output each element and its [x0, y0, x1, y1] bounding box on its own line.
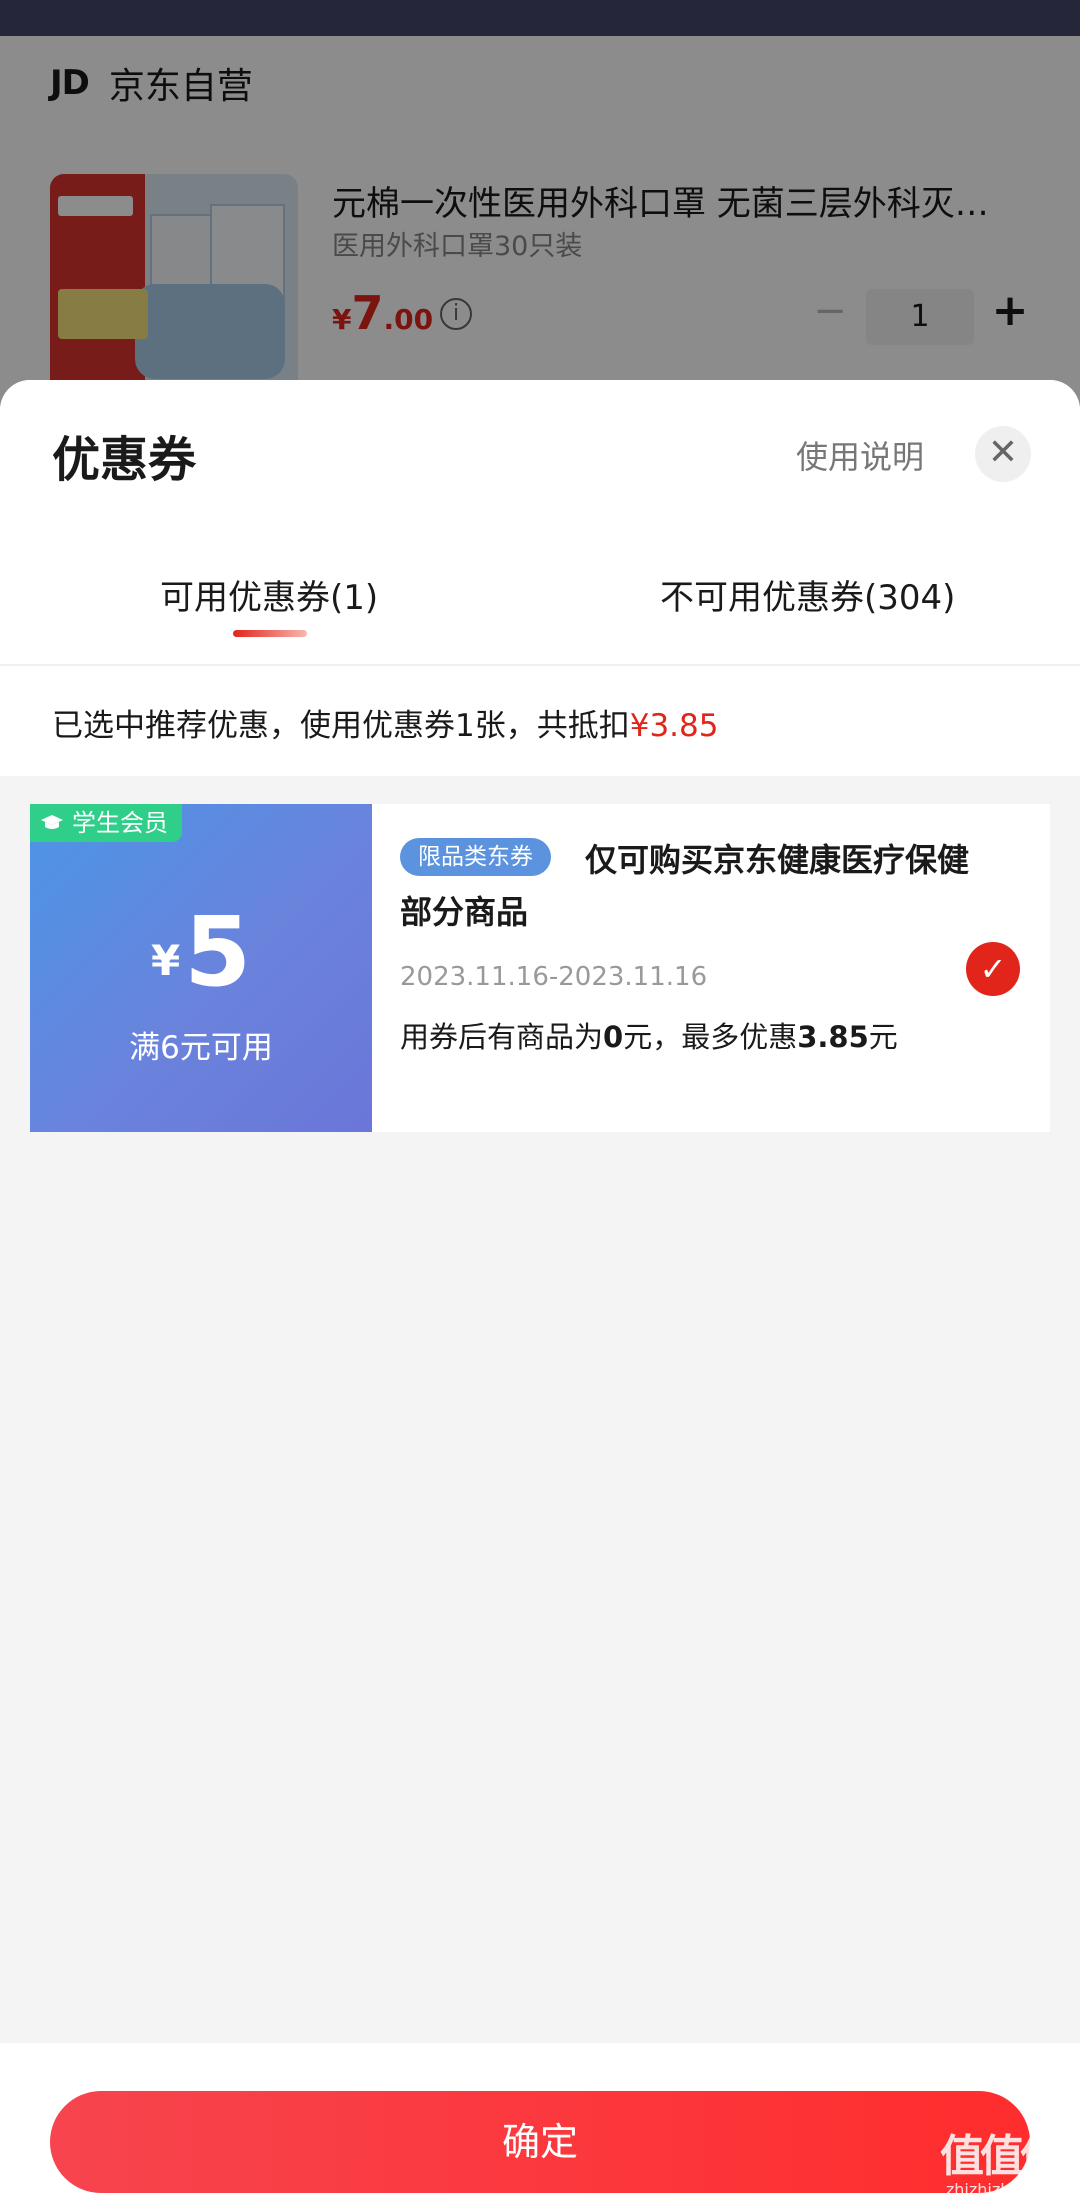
sheet-header: 优惠券 使用说明 ✕ 可用优惠券(1) 不可用优惠券(304) 已选中推荐优惠，…	[0, 380, 1080, 776]
coupon-sheet: 优惠券 使用说明 ✕ 可用优惠券(1) 不可用优惠券(304) 已选中推荐优惠，…	[0, 380, 1080, 2207]
close-button[interactable]: ✕	[975, 426, 1031, 482]
watermark-logo: 值值值 zhizhizhi.com	[940, 2131, 1064, 2199]
coupon-date-range: 2023.11.16-2023.11.16	[400, 962, 708, 992]
discount-amount: ¥3.85	[629, 708, 719, 744]
usage-instructions-link[interactable]: 使用说明	[796, 432, 924, 478]
graduation-cap-icon	[41, 815, 63, 829]
tab-available-coupons[interactable]: 可用优惠券(1)	[160, 570, 378, 619]
coupon-details: 仅可购买京东健康医疗保健部分商品 限品类东券 2023.11.16-2023.1…	[372, 804, 1050, 1132]
tab-unavailable-coupons[interactable]: 不可用优惠券(304)	[660, 570, 955, 619]
discount-summary: 已选中推荐优惠，使用优惠券1张，共抵扣¥3.85	[52, 708, 719, 744]
coupon-card[interactable]: 学生会员 ¥5 满6元可用 仅可购买京东健康医疗保健部分商品 限品类东券 202…	[30, 804, 1050, 1132]
coupon-value: ¥5	[150, 896, 252, 1008]
coupon-value-panel: 学生会员 ¥5 满6元可用	[30, 804, 372, 1132]
checkmark-icon[interactable]: ✓	[966, 942, 1020, 996]
coupon-condition: 满6元可用	[129, 1030, 273, 1066]
student-member-badge: 学生会员	[30, 804, 182, 842]
divider	[0, 664, 1080, 666]
sheet-title: 优惠券	[52, 432, 197, 488]
coupon-note: 用券后有商品为0元，最多优惠3.85元	[400, 1020, 898, 1054]
coupon-type-tag: 限品类东券	[400, 838, 551, 876]
active-tab-indicator	[233, 630, 307, 637]
bottom-bar: 确定	[0, 2043, 1080, 2207]
confirm-button[interactable]: 确定	[50, 2091, 1030, 2193]
